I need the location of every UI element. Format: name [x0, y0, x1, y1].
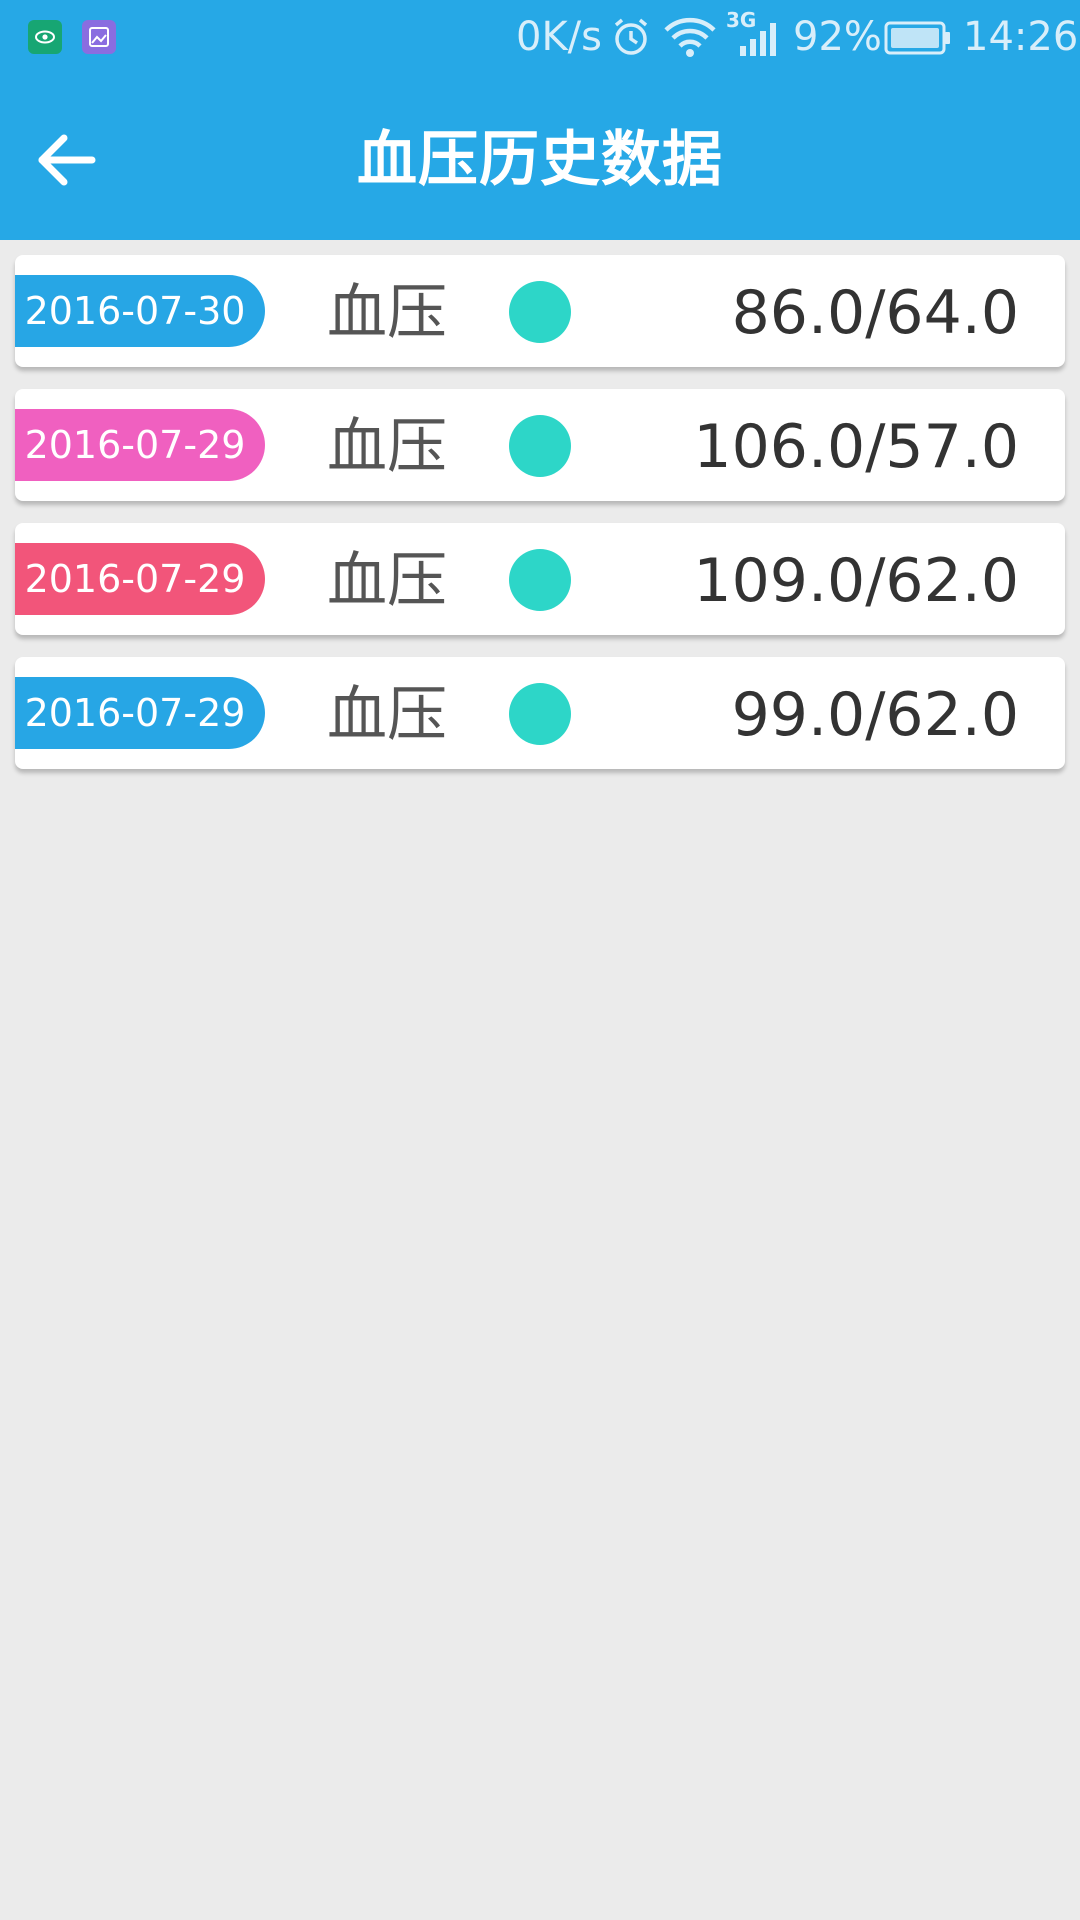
record-card[interactable]: 2016-07-29 血压 106.0/57.0: [15, 389, 1065, 501]
record-value: 86.0/64.0: [731, 278, 1019, 348]
record-value: 99.0/62.0: [731, 680, 1019, 750]
page-title: 血压历史数据: [357, 125, 723, 195]
record-card[interactable]: 2016-07-29 血压 109.0/62.0: [15, 523, 1065, 635]
status-dot: [509, 683, 571, 745]
record-label: 血压: [327, 546, 447, 616]
wifi-icon: [662, 16, 718, 62]
record-date: 2016-07-29: [15, 409, 265, 481]
record-date: 2016-07-29: [15, 543, 265, 615]
status-bar: 0K/s 3G 92% 14:26: [0, 0, 1080, 74]
clock-time: 14:26: [963, 14, 1079, 60]
gallery-app-icon: [82, 20, 116, 54]
eye-app-icon: [28, 20, 62, 54]
record-value: 109.0/62.0: [693, 546, 1019, 616]
record-date: 2016-07-30: [15, 275, 265, 347]
record-label: 血压: [327, 412, 447, 482]
record-card[interactable]: 2016-07-29 血压 99.0/62.0: [15, 657, 1065, 769]
network-speed: 0K/s: [516, 14, 602, 60]
record-value: 106.0/57.0: [693, 412, 1019, 482]
status-dot: [509, 549, 571, 611]
record-label: 血压: [327, 278, 447, 348]
alarm-icon: [610, 16, 652, 62]
app-header: 0K/s 3G 92% 14:26 血压历史数据: [0, 0, 1080, 240]
battery-percent: 92%: [793, 14, 882, 60]
battery-icon: [884, 20, 952, 60]
record-label: 血压: [327, 680, 447, 750]
status-dot: [509, 281, 571, 343]
record-date: 2016-07-29: [15, 677, 265, 749]
cell-signal-icon: [738, 22, 778, 60]
record-card[interactable]: 2016-07-30 血压 86.0/64.0: [15, 255, 1065, 367]
status-dot: [509, 415, 571, 477]
